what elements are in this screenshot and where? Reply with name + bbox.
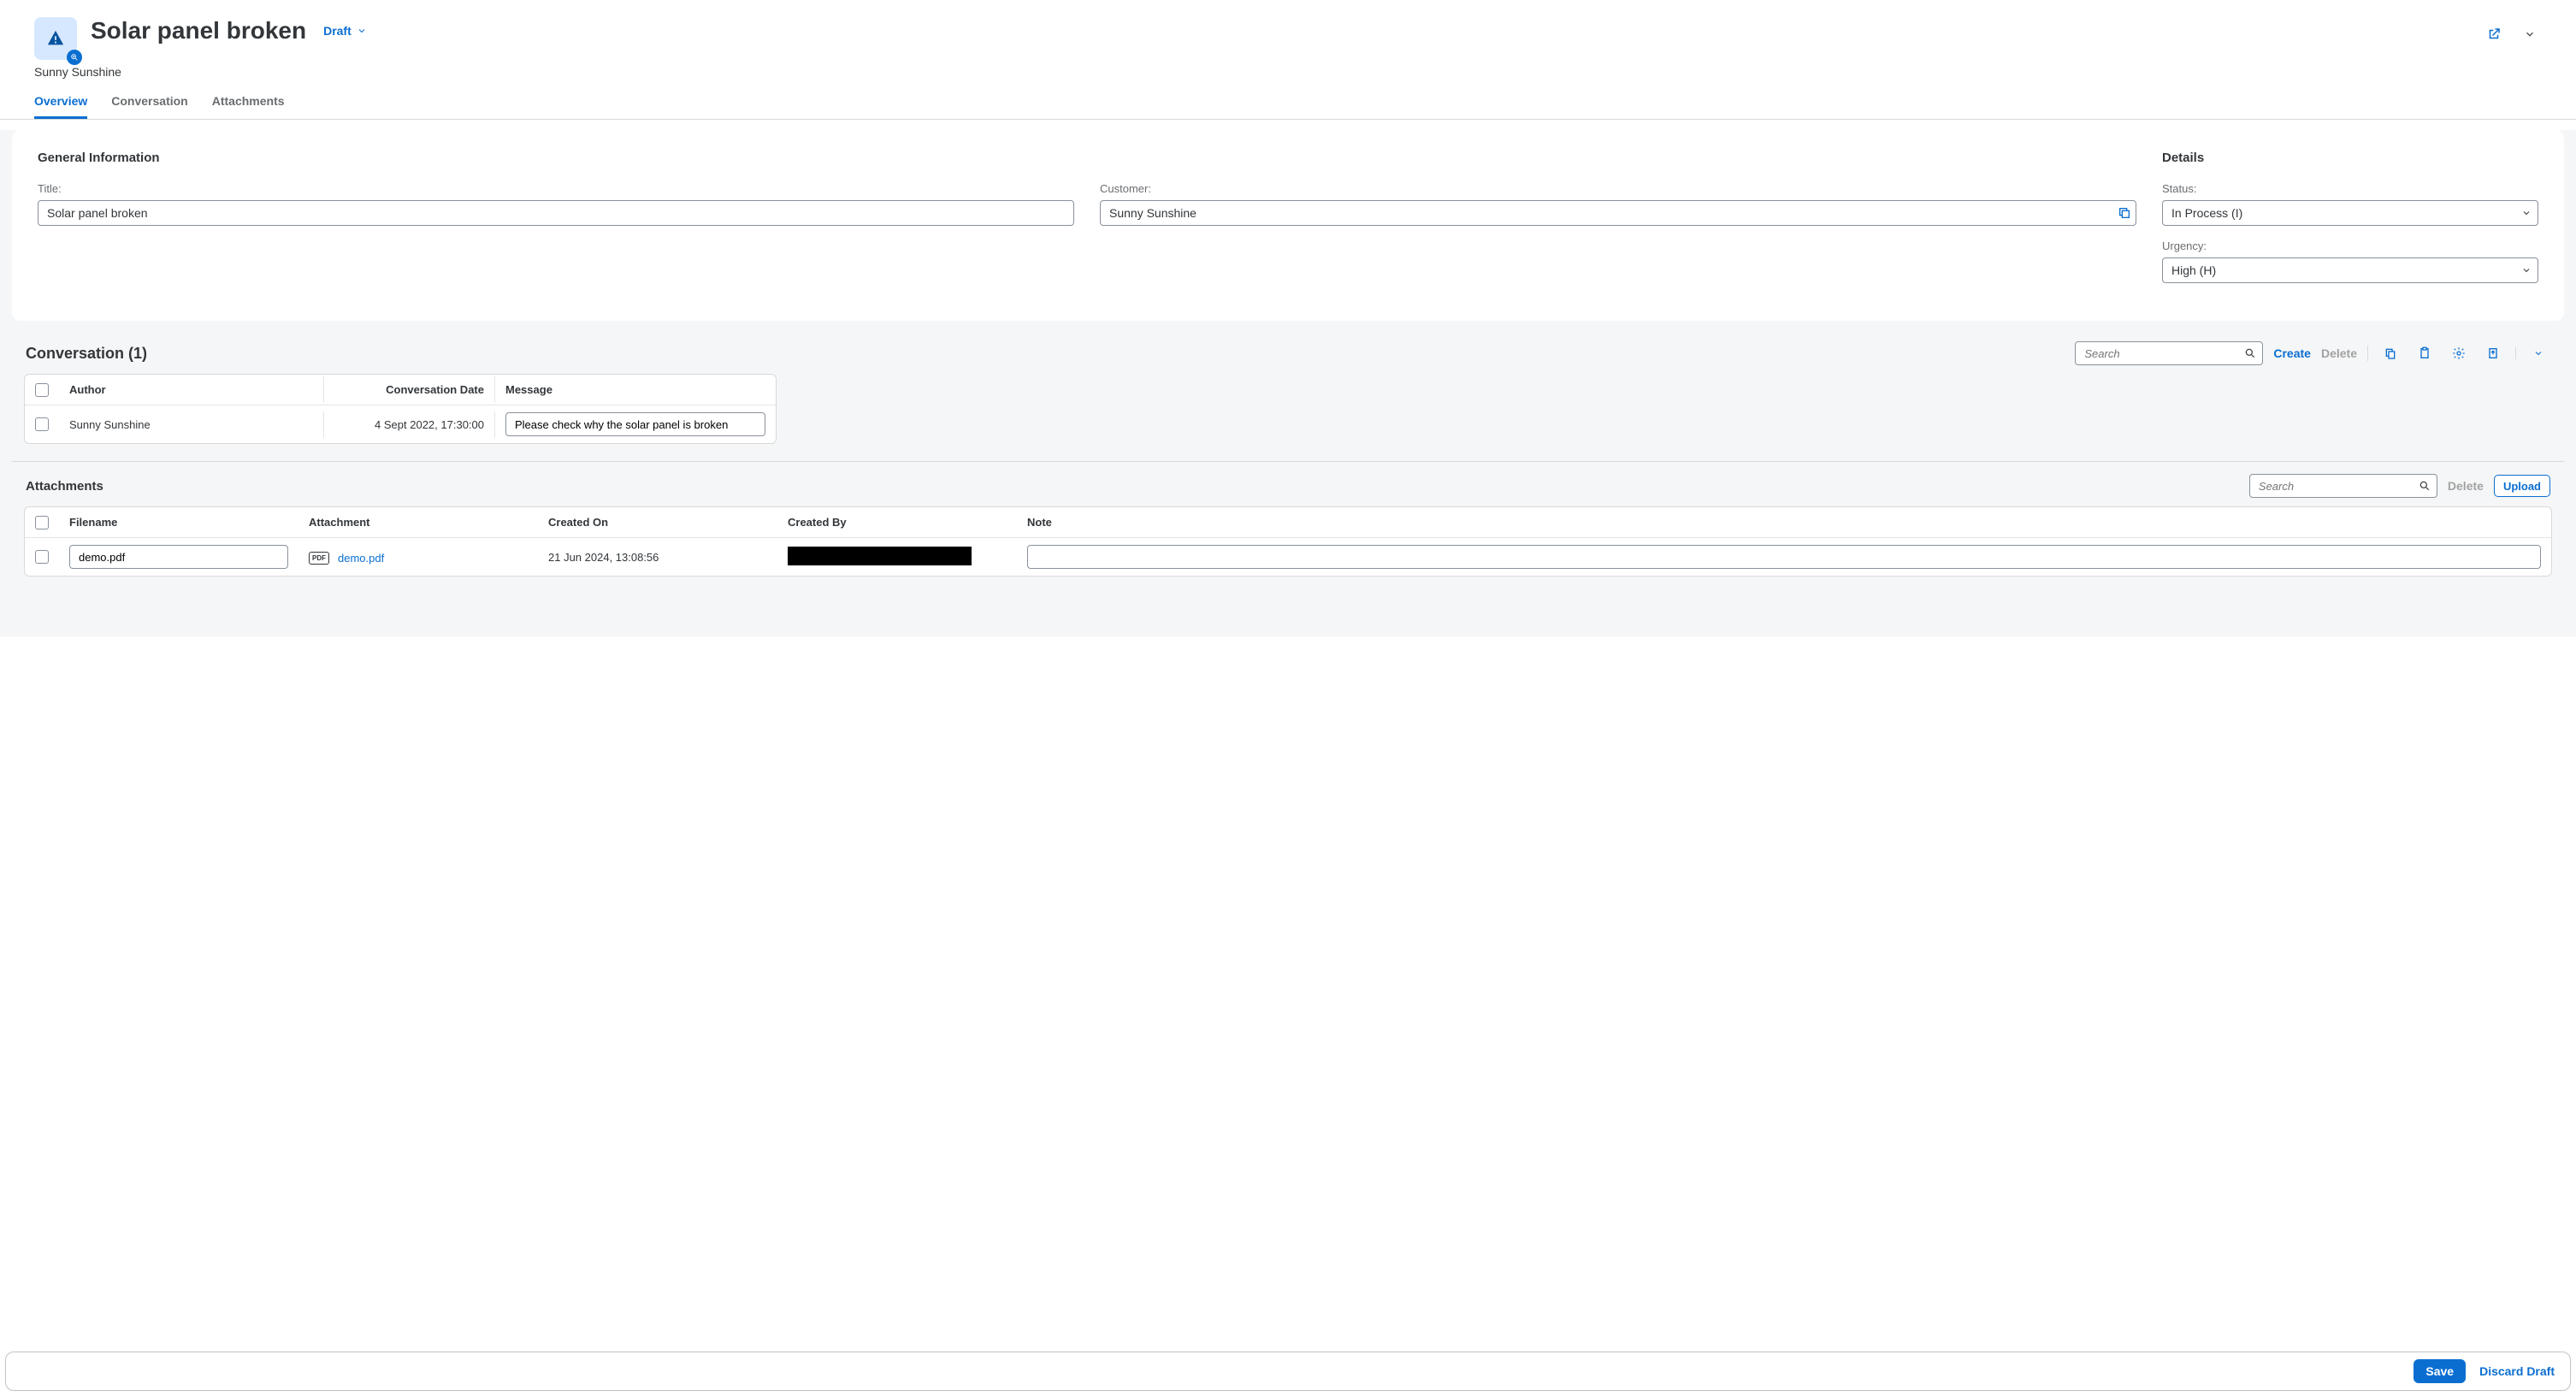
chevron-down-icon — [357, 26, 367, 36]
pdf-icon: PDF — [309, 552, 329, 565]
tab-bar: Overview Conversation Attachments — [0, 79, 2576, 120]
copy-button[interactable] — [2378, 341, 2402, 365]
col-created-on: Created On — [538, 509, 777, 535]
title-input[interactable] — [38, 200, 1074, 226]
general-card: General Information Title: Customer: — [12, 130, 2564, 321]
page-subtitle: Sunny Sunshine — [0, 60, 2576, 79]
tab-attachments[interactable]: Attachments — [212, 94, 285, 119]
urgency-select[interactable] — [2162, 257, 2538, 283]
discard-button[interactable]: Discard Draft — [2479, 1364, 2555, 1378]
settings-button[interactable] — [2447, 341, 2471, 365]
row-created-by — [788, 547, 972, 565]
header-actions — [2482, 22, 2542, 46]
paste-button[interactable] — [2413, 341, 2437, 365]
page-title: Solar panel broken — [91, 17, 306, 44]
select-all-checkbox[interactable] — [35, 383, 49, 397]
col-note: Note — [1017, 509, 2551, 535]
incident-icon — [34, 17, 77, 60]
share-button[interactable] — [2482, 22, 2506, 46]
col-created-by: Created By — [777, 509, 1017, 535]
attachments-delete-button[interactable]: Delete — [2448, 479, 2484, 493]
create-button[interactable]: Create — [2273, 346, 2311, 360]
upload-button[interactable]: Upload — [2494, 475, 2550, 497]
conversation-search-input[interactable] — [2075, 341, 2263, 365]
row-checkbox[interactable] — [35, 550, 49, 564]
conversation-title: Conversation (1) — [26, 345, 147, 363]
overflow-button[interactable] — [2526, 341, 2550, 365]
tab-overview[interactable]: Overview — [34, 94, 87, 119]
table-row: PDF demo.pdf 21 Jun 2024, 13:08:56 — [25, 538, 2551, 576]
footer-bar: Save Discard Draft — [5, 1352, 2571, 1391]
attachment-link[interactable]: demo.pdf — [338, 552, 384, 565]
row-created-on: 21 Jun 2024, 13:08:56 — [538, 544, 777, 571]
conversation-table: Author Conversation Date Message Sunny S… — [24, 374, 777, 444]
filename-input[interactable] — [69, 545, 288, 569]
separator — [2367, 346, 2368, 361]
message-input[interactable] — [505, 412, 765, 436]
select-all-checkbox[interactable] — [35, 516, 49, 529]
status-label: Draft — [323, 24, 352, 38]
table-header-row: Author Conversation Date Message — [25, 375, 776, 405]
value-help-icon[interactable] — [2118, 206, 2131, 220]
note-input[interactable] — [1027, 545, 2541, 569]
attachments-title: Attachments — [26, 479, 103, 494]
attachments-search-input[interactable] — [2249, 474, 2437, 498]
tab-conversation[interactable]: Conversation — [111, 94, 187, 119]
status-field-label: Status: — [2162, 182, 2538, 195]
customer-label: Customer: — [1100, 182, 2136, 195]
status-select[interactable] — [2162, 200, 2538, 226]
row-checkbox[interactable] — [35, 417, 49, 431]
col-filename: Filename — [59, 509, 298, 535]
col-author: Author — [59, 376, 324, 403]
search-icon[interactable] — [2244, 347, 2256, 359]
export-button[interactable] — [2481, 341, 2505, 365]
row-author: Sunny Sunshine — [59, 411, 324, 438]
attachments-table: Filename Attachment Created On Created B… — [24, 506, 2552, 577]
col-date: Conversation Date — [324, 376, 495, 403]
page-header: Solar panel broken Draft — [0, 0, 2576, 60]
table-header-row: Filename Attachment Created On Created B… — [25, 507, 2551, 538]
table-row: Sunny Sunshine 4 Sept 2022, 17:30:00 — [25, 405, 776, 443]
conversation-delete-button[interactable]: Delete — [2321, 346, 2357, 360]
customer-input[interactable] — [1100, 200, 2136, 226]
header-overflow-button[interactable] — [2518, 22, 2542, 46]
title-label: Title: — [38, 182, 1074, 195]
separator — [2515, 347, 2516, 359]
status-dropdown[interactable]: Draft — [323, 24, 367, 38]
conversation-section: Conversation (1) Create Delete — [12, 341, 2564, 444]
urgency-label: Urgency: — [2162, 240, 2538, 252]
general-section-title: General Information — [38, 151, 2136, 165]
details-section-title: Details — [2162, 151, 2538, 165]
col-attachment: Attachment — [298, 509, 538, 535]
zoom-badge-icon — [67, 50, 82, 65]
search-icon[interactable] — [2419, 480, 2431, 492]
col-message: Message — [495, 376, 776, 403]
row-date: 4 Sept 2022, 17:30:00 — [324, 411, 495, 438]
attachments-section: Attachments Delete Upload Filename — [12, 461, 2564, 577]
save-button[interactable]: Save — [2414, 1359, 2466, 1383]
